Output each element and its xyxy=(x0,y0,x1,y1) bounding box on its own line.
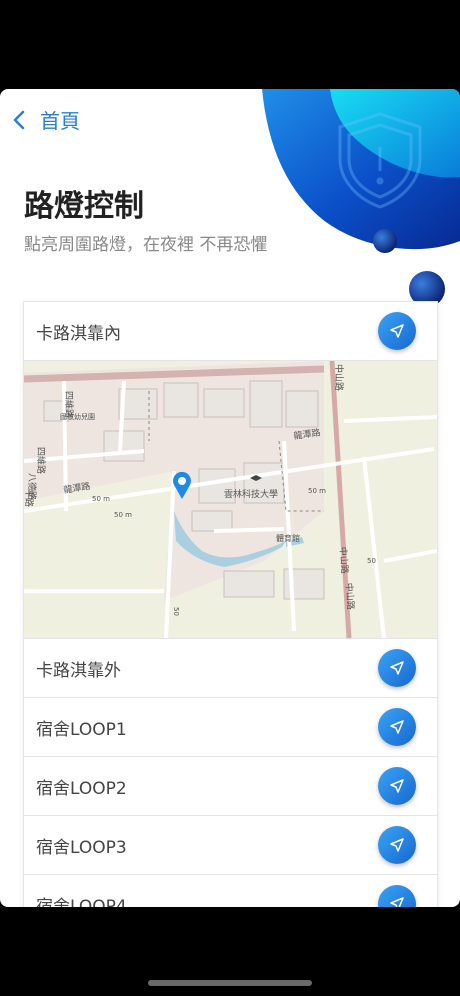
list-item[interactable]: 宿舍LOOP1 xyxy=(24,698,437,757)
page-subtitle: 點亮周圍路燈，在夜裡 不再恐懼 xyxy=(24,235,268,255)
navigate-button[interactable] xyxy=(378,885,416,907)
location-name: 卡路淇靠外 xyxy=(36,660,121,681)
map-canvas: 龍潭路 龍潭路 四維路 四維路 中山路 中山路 中山路 八德路 平路 雲林科技大… xyxy=(24,361,437,638)
location-name: 卡路淇靠內 xyxy=(36,323,121,344)
map-label: 雲林科技大學 xyxy=(224,488,278,500)
navigation-arrow-icon xyxy=(390,720,404,734)
map-label: 50 m xyxy=(114,511,132,519)
navigate-button[interactable] xyxy=(378,649,416,687)
map-label: 50 xyxy=(172,607,180,616)
list-item[interactable]: 宿舍LOOP3 xyxy=(24,816,437,875)
navigate-button[interactable] xyxy=(378,767,416,805)
navigation-arrow-icon xyxy=(390,838,404,852)
location-name: 宿舍LOOP2 xyxy=(36,778,127,799)
navigate-button[interactable] xyxy=(378,708,416,746)
page-title: 路燈控制 xyxy=(24,189,144,224)
home-indicator[interactable] xyxy=(148,980,312,986)
map-label: 50 m xyxy=(92,495,110,503)
chevron-left-icon xyxy=(13,110,25,129)
map-label: 四維路 xyxy=(35,447,47,474)
navigate-button[interactable] xyxy=(378,826,416,864)
back-label: 首頁 xyxy=(40,109,80,133)
app-screen: 首頁 路燈控制 點亮周圍路燈，在夜裡 不再恐懼 卡路淇靠內 龍潭路 龍潭路 四維… xyxy=(0,89,460,907)
map-label: 國敬幼兒園 xyxy=(60,412,95,421)
navigation-arrow-icon xyxy=(390,661,404,675)
navigation-arrow-icon xyxy=(390,779,404,793)
map-label: 體育館 xyxy=(276,533,300,543)
back-button[interactable]: 首頁 xyxy=(8,105,80,134)
map-label: 50 m xyxy=(308,487,326,495)
location-name: 宿舍LOOP4 xyxy=(36,896,127,908)
list-item[interactable]: 卡路淇靠內 xyxy=(24,302,437,361)
list-item[interactable]: 卡路淇靠外 xyxy=(24,639,437,698)
list-item[interactable]: 宿舍LOOP4 xyxy=(24,875,437,907)
map-view[interactable]: 龍潭路 龍潭路 四維路 四維路 中山路 中山路 中山路 八德路 平路 雲林科技大… xyxy=(24,361,437,639)
map-label: 中山路 xyxy=(333,364,345,391)
location-name: 宿舍LOOP1 xyxy=(36,719,127,740)
navigate-button[interactable] xyxy=(378,312,416,350)
location-card: 卡路淇靠內 龍潭路 龍潭路 四維路 四維路 中山路 中山路 中山路 八德路 平路… xyxy=(23,301,438,907)
map-label: 50 xyxy=(367,557,376,565)
navigation-arrow-icon xyxy=(390,897,404,907)
navigation-arrow-icon xyxy=(390,324,404,338)
shield-icon xyxy=(338,112,422,209)
list-item[interactable]: 宿舍LOOP2 xyxy=(24,757,437,816)
location-name: 宿舍LOOP3 xyxy=(36,837,127,858)
map-label: 平路 xyxy=(24,489,35,507)
